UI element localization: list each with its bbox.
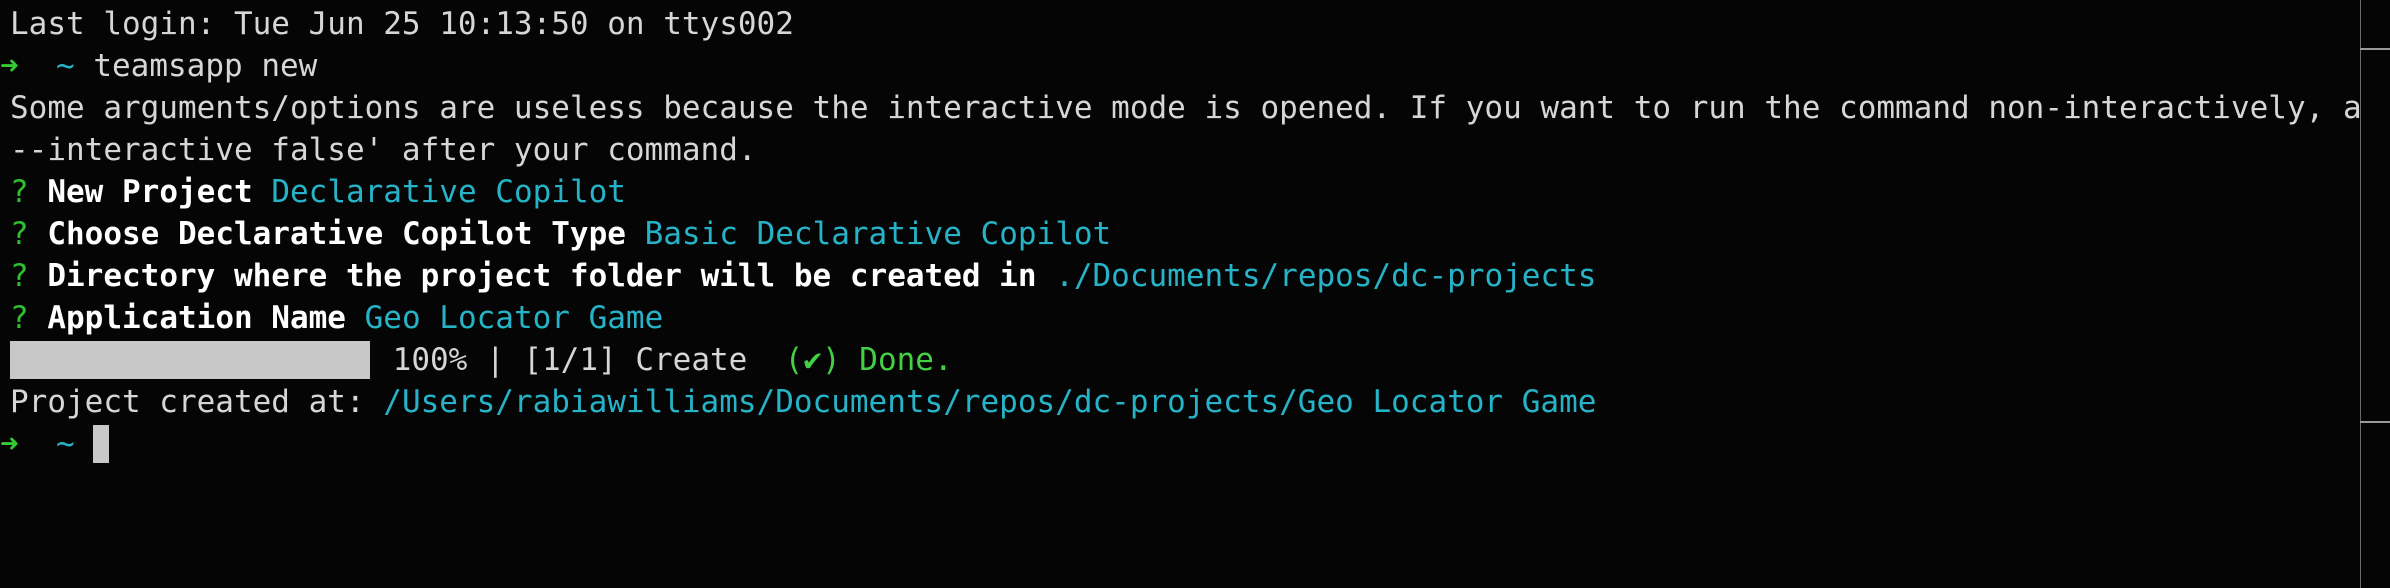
final-prompt-line[interactable]: ➜ ~ — [0, 423, 2350, 465]
question-label: New Project — [47, 174, 253, 210]
question-line-directory: ? Directory where the project folder wil… — [0, 255, 2350, 297]
prompt-arrow-icon: ➜ — [0, 426, 19, 462]
question-mark-icon: ? — [10, 216, 29, 252]
question-label: Choose Declarative Copilot Type — [47, 216, 626, 252]
prompt-arrow-icon: ➜ — [0, 48, 19, 84]
question-mark-icon: ? — [10, 258, 29, 294]
scrollbar-bottom-marker — [2360, 421, 2390, 423]
text-cursor[interactable] — [93, 424, 110, 463]
progress-bar — [10, 340, 370, 379]
question-answer: Declarative Copilot — [271, 174, 626, 210]
command-text: teamsapp new — [93, 48, 318, 84]
command-prompt-line: ➜ ~ teamsapp new — [0, 45, 2350, 87]
question-line-new-project: ? New Project Declarative Copilot — [0, 171, 2350, 213]
progress-separator: | — [486, 342, 505, 378]
question-label: Directory where the project folder will … — [47, 258, 1037, 294]
warning-line-2: --interactive false' after your command. — [0, 129, 2350, 171]
progress-percent: 100% — [392, 342, 468, 378]
warning-text-2: --interactive false' after your command. — [10, 132, 757, 168]
terminal-window[interactable]: Last login: Tue Jun 25 10:13:50 on ttys0… — [0, 0, 2390, 588]
progress-step: [1/1] Create — [523, 342, 748, 378]
last-login-line: Last login: Tue Jun 25 10:13:50 on ttys0… — [0, 3, 2350, 45]
question-label: Application Name — [47, 300, 346, 336]
question-mark-icon: ? — [10, 174, 29, 210]
project-created-line: Project created at: /Users/rabiawilliams… — [0, 381, 2350, 423]
project-created-label: Project created at: — [10, 384, 365, 420]
question-line-app-name: ? Application Name Geo Locator Game — [0, 297, 2350, 339]
question-line-copilot-type: ? Choose Declarative Copilot Type Basic … — [0, 213, 2350, 255]
question-mark-icon: ? — [10, 300, 29, 336]
scrollbar[interactable] — [2360, 0, 2390, 588]
last-login-text: Last login: Tue Jun 25 10:13:50 on ttys0… — [10, 6, 794, 42]
prompt-directory: ~ — [56, 48, 75, 84]
warning-line-1: Some arguments/options are useless becau… — [0, 87, 2390, 129]
progress-done: (✔) Done. — [784, 342, 953, 378]
question-answer: Geo Locator Game — [364, 300, 664, 336]
project-created-path: /Users/rabiawilliams/Documents/repos/dc-… — [383, 384, 1597, 420]
prompt-directory: ~ — [56, 426, 75, 462]
progress-line: 100% | [1/1] Create (✔) Done. — [0, 339, 2350, 381]
question-answer: ./Documents/repos/dc-projects — [1055, 258, 1597, 294]
scrollbar-top-marker — [2360, 48, 2390, 50]
warning-text-1: Some arguments/options are useless becau… — [10, 90, 2390, 126]
question-answer: Basic Declarative Copilot — [644, 216, 1112, 252]
